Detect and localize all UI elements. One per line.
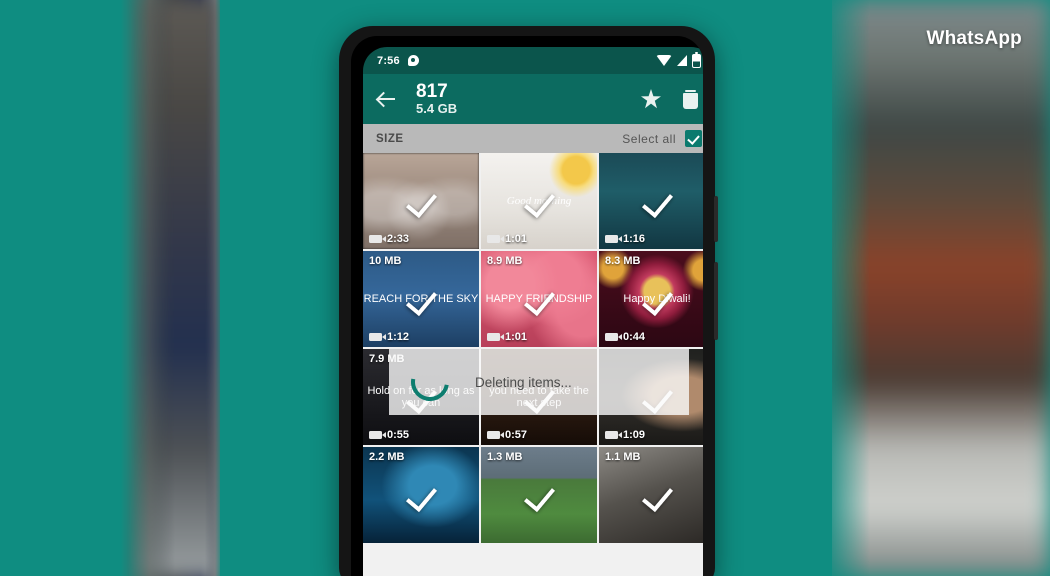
media-duration-label: 0:44 <box>605 331 645 343</box>
selected-check-icon <box>522 478 556 512</box>
phone-power-button <box>714 262 718 340</box>
duration-text: 2:33 <box>387 233 410 245</box>
duration-text: 0:44 <box>623 331 646 343</box>
media-size-label: 8.9 MB <box>487 255 523 267</box>
wifi-icon <box>656 55 672 66</box>
deleting-progress-dialog: Deleting items... <box>389 349 689 415</box>
duration-text: 1:16 <box>623 233 646 245</box>
media-duration-label: 1:12 <box>369 331 409 343</box>
media-grid-cell[interactable]: 1.1 MB <box>599 447 703 543</box>
select-all-group[interactable]: Select all <box>622 130 702 147</box>
loading-spinner-icon <box>403 355 457 409</box>
selected-check-icon <box>640 478 674 512</box>
media-grid-cell[interactable]: 2:33 <box>363 153 479 249</box>
media-duration-label: 1:01 <box>487 331 527 343</box>
media-grid-cell[interactable]: REACH FOR THE SKY 10 MB 1:12 <box>363 251 479 347</box>
selected-check-icon <box>404 282 438 316</box>
trash-icon[interactable] <box>683 89 698 109</box>
selected-count: 817 <box>416 81 448 103</box>
phone-mockup: 7:56 817 5.4 GB SIZE Select all 2:33 Goo… <box>339 26 718 576</box>
selected-size: 5.4 GB <box>416 101 458 117</box>
media-size-label: 8.3 MB <box>605 255 641 267</box>
video-camera-icon <box>487 235 504 243</box>
media-size-label: 1.1 MB <box>605 451 641 463</box>
app-bar-title-block: 817 5.4 GB <box>416 81 457 117</box>
star-icon[interactable] <box>641 89 661 109</box>
screenshot-stage: WhatsApp 7:56 817 5.4 GB SIZE Select all… <box>0 0 1050 576</box>
status-bar-time: 7:56 <box>377 54 400 67</box>
select-all-checkbox[interactable] <box>685 130 702 147</box>
phone-volume-button <box>714 196 718 242</box>
dialog-message: Deleting items... <box>475 374 572 390</box>
selected-check-icon <box>404 478 438 512</box>
whatsapp-brand-label: WhatsApp <box>926 28 1022 49</box>
media-size-label: 2.2 MB <box>369 451 405 463</box>
duration-text: 0:57 <box>505 429 528 441</box>
selected-check-icon <box>640 184 674 218</box>
media-grid-cell[interactable]: 1.3 MB <box>481 447 597 543</box>
media-size-label: 10 MB <box>369 255 402 267</box>
selected-check-icon <box>404 184 438 218</box>
selected-check-icon <box>522 184 556 218</box>
selected-check-icon <box>640 282 674 316</box>
selected-check-icon <box>522 282 556 316</box>
media-duration-label: 0:57 <box>487 429 527 441</box>
app-bar: 817 5.4 GB <box>363 74 703 124</box>
media-duration-label: 1:09 <box>605 429 645 441</box>
media-grid-cell[interactable]: Good morning 1:01 <box>481 153 597 249</box>
media-grid-cell[interactable]: HAPPY FRIENDSHIP 8.9 MB 1:01 <box>481 251 597 347</box>
video-camera-icon <box>369 431 386 439</box>
duration-text: 1:01 <box>505 331 528 343</box>
duration-text: 1:09 <box>623 429 646 441</box>
status-bar: 7:56 <box>363 47 703 74</box>
media-grid-cell[interactable]: Happy Diwali! 8.3 MB 0:44 <box>599 251 703 347</box>
video-camera-icon <box>487 333 504 341</box>
video-camera-icon <box>369 235 386 243</box>
signal-icon <box>677 55 687 66</box>
media-duration-label: 2:33 <box>369 233 409 245</box>
media-duration-label: 0:55 <box>369 429 409 441</box>
media-size-label: 1.3 MB <box>487 451 523 463</box>
battery-icon <box>692 51 701 68</box>
phone-bezel: 7:56 817 5.4 GB SIZE Select all 2:33 Goo… <box>351 36 703 576</box>
video-camera-icon <box>369 333 386 341</box>
media-duration-label: 1:01 <box>487 233 527 245</box>
duration-text: 1:01 <box>505 233 528 245</box>
back-arrow-icon[interactable] <box>376 88 398 110</box>
chat-notification-icon <box>407 55 419 66</box>
media-grid-cell[interactable]: 1:16 <box>599 153 703 249</box>
app-bar-actions <box>641 89 702 109</box>
video-camera-icon <box>605 235 622 243</box>
duration-text: 1:12 <box>387 331 410 343</box>
status-bar-icons <box>656 51 701 68</box>
selection-bar: SIZE Select all <box>363 124 703 153</box>
duration-text: 0:55 <box>387 429 410 441</box>
backdrop-left-blur <box>0 0 230 576</box>
media-duration-label: 1:16 <box>605 233 645 245</box>
sort-label[interactable]: SIZE <box>376 133 404 145</box>
video-camera-icon <box>605 333 622 341</box>
select-all-label: Select all <box>622 131 676 146</box>
video-camera-icon <box>605 431 622 439</box>
video-camera-icon <box>487 431 504 439</box>
media-grid-cell[interactable]: 2.2 MB <box>363 447 479 543</box>
phone-screen: 7:56 817 5.4 GB SIZE Select all 2:33 Goo… <box>363 47 703 576</box>
media-grid: 2:33 Good morning 1:01 1:16 REACH FOR THE SK… <box>363 153 703 576</box>
